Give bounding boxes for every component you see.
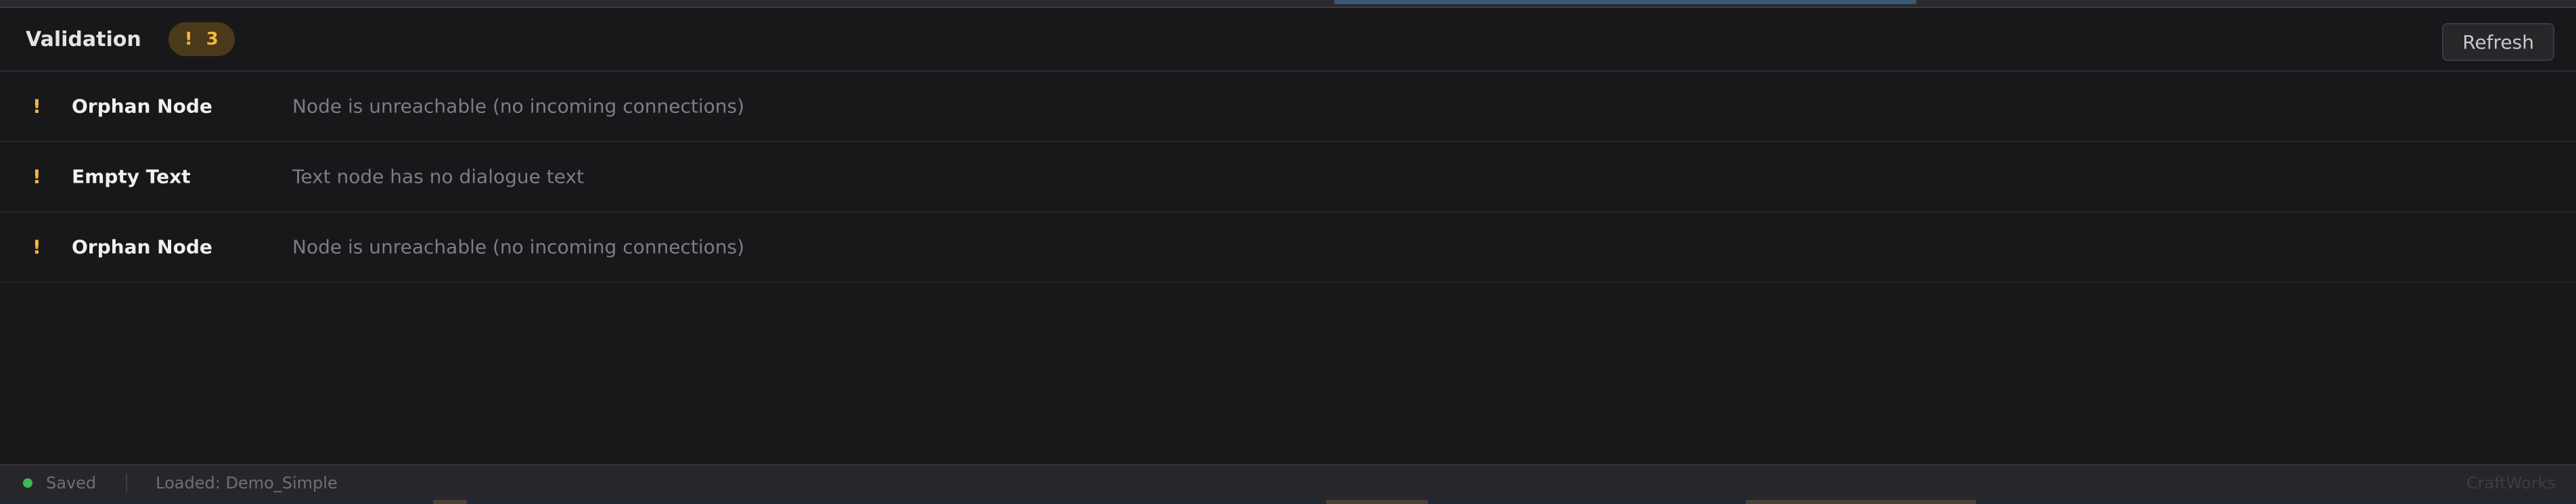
brand-watermark: CraftWorks: [2466, 473, 2556, 492]
loaded-project: Loaded: Demo_Simple: [156, 473, 338, 492]
issue-description: Node is unreachable (no incoming connect…: [292, 95, 745, 118]
issue-row[interactable]: ! Orphan Node Node is unreachable (no in…: [0, 72, 2576, 142]
validation-header: Validation ! 3 Refresh: [0, 8, 2576, 72]
issue-title: Empty Text: [72, 165, 191, 188]
panel-title: Validation: [26, 27, 141, 51]
background-canvas-strip-bottom: [0, 500, 2576, 504]
canvas-preview-thumb: [1746, 500, 1976, 504]
warning-icon: !: [32, 165, 41, 188]
status-bar: Saved Loaded: Demo_Simple CraftWorks: [0, 464, 2576, 500]
warning-icon: !: [184, 29, 193, 49]
warning-icon: !: [32, 95, 41, 118]
issue-count: 3: [206, 29, 219, 49]
issue-description: Node is unreachable (no incoming connect…: [292, 235, 745, 258]
validation-panel: Validation ! 3 Refresh ! Orphan Node Nod…: [0, 8, 2576, 464]
issue-title: Orphan Node: [72, 95, 212, 118]
refresh-button[interactable]: Refresh: [2442, 23, 2554, 61]
saved-status: Saved: [46, 473, 97, 492]
canvas-preview-thumb: [1334, 0, 1916, 4]
canvas-preview-thumb: [1326, 500, 1428, 504]
issue-list: ! Orphan Node Node is unreachable (no in…: [0, 72, 2576, 283]
issue-title: Orphan Node: [72, 235, 212, 258]
issue-row[interactable]: ! Empty Text Text node has no dialogue t…: [0, 142, 2576, 212]
background-canvas-strip: [0, 0, 2576, 8]
saved-status-dot-icon: [23, 478, 32, 488]
issue-row[interactable]: ! Orphan Node Node is unreachable (no in…: [0, 212, 2576, 283]
issue-count-badge: ! 3: [168, 22, 235, 56]
canvas-preview-thumb: [433, 500, 467, 504]
issue-description: Text node has no dialogue text: [292, 165, 585, 188]
warning-icon: !: [32, 235, 41, 258]
status-divider: [126, 473, 128, 492]
